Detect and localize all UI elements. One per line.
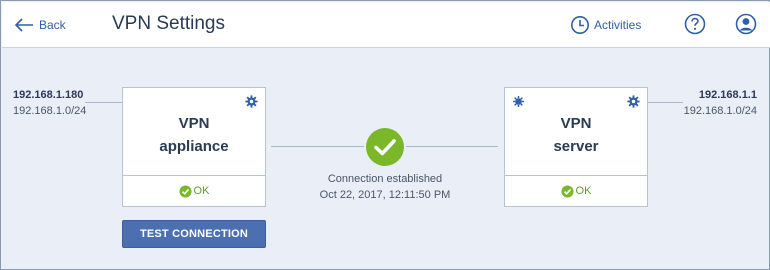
clock-icon [571,16,589,34]
activities-button[interactable]: Activities [570,14,641,36]
help-circle-icon [684,13,706,35]
remote-subnet: 192.168.1.0/24 [683,105,757,117]
local-ip: 192.168.1.180 [13,89,84,101]
connector-line-center-left [271,146,364,147]
arrow-left-icon [14,18,33,32]
vpn-appliance-title: VPN appliance [159,115,229,155]
gear-icon[interactable] [627,95,640,108]
test-connection-button[interactable]: TEST CONNECTION [122,220,266,248]
vpn-server-card: VPN server OK [504,87,648,207]
connection-timestamp: Oct 22, 2017, 12:11:50 PM [319,189,451,201]
vpn-appliance-status: OK [123,175,265,206]
user-account-icon [735,13,757,35]
back-button[interactable]: Back [14,14,66,36]
connector-line-center-right [406,146,498,147]
vpn-settings-window: Back VPN Settings Activities 192.168.1.1… [0,0,770,270]
connection-status-text: Connection established [327,173,443,185]
vpn-server-status-text: OK [575,185,592,197]
sun-icon [513,96,524,107]
check-circle-icon [179,184,192,198]
vpn-server-title: VPN server [553,115,599,155]
page-title: VPN Settings [112,13,225,34]
user-account-button[interactable] [735,13,757,40]
gear-icon[interactable] [245,95,258,108]
vpn-appliance-card: VPN appliance OK [122,87,266,207]
header-bar: Back VPN Settings Activities [2,2,770,48]
connector-line-right [648,102,683,103]
connector-line-left [85,102,122,103]
vpn-appliance-status-text: OK [193,185,210,197]
remote-network-info: 192.168.1.1 192.168.1.0/24 [684,89,757,117]
local-network-info: 192.168.1.180 192.168.1.0/24 [13,89,86,117]
remote-ip: 192.168.1.1 [698,89,757,101]
connection-ok-icon [366,128,404,166]
local-subnet: 192.168.1.0/24 [13,105,87,117]
activities-label: Activities [594,18,642,32]
check-circle-icon [561,184,574,198]
vpn-server-status: OK [505,175,647,206]
back-label: Back [39,18,66,32]
help-button[interactable] [684,13,706,40]
